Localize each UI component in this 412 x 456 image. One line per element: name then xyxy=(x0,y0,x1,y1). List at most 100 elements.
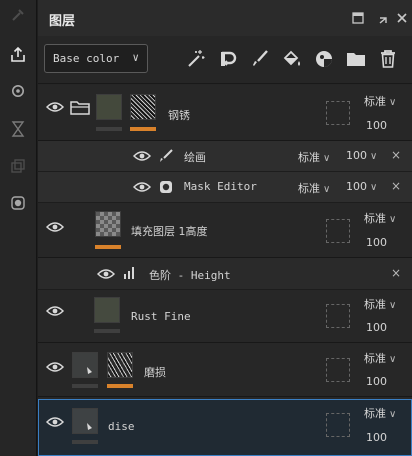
sphere-icon[interactable] xyxy=(7,192,29,214)
panel-title: 图层 xyxy=(49,14,76,29)
opacity-value[interactable]: 100 xyxy=(366,236,387,249)
layer-name: dise xyxy=(108,420,135,433)
layer-thumbnail xyxy=(95,211,121,237)
opacity-select[interactable]: 100 ∨ xyxy=(346,180,377,193)
mask-generator-icon xyxy=(159,180,177,193)
blend-mode-select[interactable]: 标准 ∨ xyxy=(364,296,396,312)
remove-effect-icon[interactable]: × xyxy=(391,148,401,162)
chevron-down-icon: ∨ xyxy=(132,51,139,64)
visibility-eye-icon[interactable] xyxy=(45,101,65,113)
blend-mode-select[interactable]: 标准 ∨ xyxy=(298,149,330,165)
eyedropper-icon[interactable] xyxy=(7,4,29,26)
paint-brush-icon xyxy=(159,149,177,162)
layer-row[interactable]: 填充图层 1高度 标准 ∨ 100 xyxy=(38,203,412,258)
blend-mode-value: 标准 xyxy=(298,151,320,164)
effect-row[interactable]: 绘画 标准 ∨ 100 ∨ × xyxy=(38,141,412,172)
blend-mode-select[interactable]: 标准 ∨ xyxy=(364,405,396,421)
layers-panel: 图层 Base color ∨ 钢锈 标准 ∨ 100 绘画 标准 ∨ 100 … xyxy=(38,0,412,456)
fill-bucket-icon[interactable] xyxy=(280,47,304,71)
settings-gear-icon[interactable] xyxy=(7,80,29,102)
levels-bars-icon xyxy=(123,266,141,279)
paint-brush-icon[interactable] xyxy=(248,47,272,71)
opacity-value[interactable]: 100 xyxy=(366,321,387,334)
layer-name: Rust Fine xyxy=(131,310,191,323)
effect-row[interactable]: Mask Editor 标准 ∨ 100 ∨ × xyxy=(38,172,412,203)
opacity-value[interactable]: 100 xyxy=(366,119,387,132)
chevron-down-icon: ∨ xyxy=(389,97,397,108)
channel-select-value: Base color xyxy=(53,52,120,65)
mask-slot[interactable] xyxy=(326,358,350,382)
chevron-down-icon: ∨ xyxy=(389,214,397,225)
left-toolbar xyxy=(0,0,37,456)
minimize-panel-icon[interactable] xyxy=(375,10,391,26)
add-effect-wand-icon[interactable] xyxy=(184,47,208,71)
layer-name: 钢锈 xyxy=(168,109,190,122)
visibility-eye-icon[interactable] xyxy=(45,361,65,373)
layers-toolbar: Base color ∨ xyxy=(38,36,412,84)
layer-thumbnail xyxy=(96,94,122,120)
undo-refresh-icon[interactable] xyxy=(216,47,240,71)
layer-name: 磨损 xyxy=(144,366,166,379)
remove-effect-icon[interactable]: × xyxy=(391,179,401,193)
visibility-eye-icon[interactable] xyxy=(45,305,65,317)
mask-icon[interactable] xyxy=(312,47,336,71)
close-panel-icon[interactable] xyxy=(394,10,410,26)
chevron-down-icon: ∨ xyxy=(370,182,378,193)
layer-color-bar xyxy=(72,440,98,444)
blend-mode-value: 标准 xyxy=(364,95,386,108)
opacity-value[interactable]: 100 xyxy=(366,375,387,388)
remove-effect-icon[interactable]: × xyxy=(391,266,401,280)
visibility-eye-icon[interactable] xyxy=(132,150,152,162)
float-panel-icon[interactable] xyxy=(350,10,366,26)
effect-name: Mask Editor xyxy=(184,180,257,193)
blend-mode-select[interactable]: 标准 ∨ xyxy=(298,180,330,196)
layer-row[interactable]: Rust Fine 标准 ∨ 100 xyxy=(38,290,412,343)
folder-icon xyxy=(70,101,90,115)
layer-row-selected[interactable]: dise 标准 ∨ 100 xyxy=(38,399,412,456)
chevron-down-icon: ∨ xyxy=(323,153,331,164)
blend-mode-select[interactable]: 标准 ∨ xyxy=(364,210,396,226)
layer-row[interactable]: 钢锈 标准 ∨ 100 xyxy=(38,85,412,141)
channel-select[interactable]: Base color ∨ xyxy=(44,44,148,73)
mask-slot[interactable] xyxy=(326,101,350,125)
visibility-eye-icon[interactable] xyxy=(132,181,152,193)
trash-icon[interactable] xyxy=(376,47,400,71)
effect-name: 色阶 - Height xyxy=(149,269,231,282)
chevron-down-icon: ∨ xyxy=(389,409,397,420)
chevron-down-icon: ∨ xyxy=(370,151,378,162)
layer-color-bar xyxy=(94,329,120,333)
opacity-value: 100 xyxy=(346,149,367,162)
visibility-eye-icon[interactable] xyxy=(96,268,116,280)
effect-row[interactable]: 色阶 - Height × xyxy=(38,258,412,290)
blend-mode-value: 标准 xyxy=(364,298,386,311)
blend-mode-select[interactable]: 标准 ∨ xyxy=(364,93,396,109)
layer-thumbnail xyxy=(72,408,98,434)
visibility-eye-icon[interactable] xyxy=(45,221,65,233)
blend-mode-value: 标准 xyxy=(364,407,386,420)
panel-header: 图层 xyxy=(38,0,412,36)
mask-color-bar xyxy=(130,127,156,131)
effect-name: 绘画 xyxy=(184,151,206,164)
chevron-down-icon: ∨ xyxy=(389,300,397,311)
mask-color-bar xyxy=(107,384,133,388)
layers-copy-icon[interactable] xyxy=(7,155,29,177)
blend-mode-select[interactable]: 标准 ∨ xyxy=(364,350,396,366)
export-icon[interactable] xyxy=(7,44,29,66)
visibility-eye-icon[interactable] xyxy=(45,416,65,428)
opacity-value[interactable]: 100 xyxy=(366,431,387,444)
layer-thumbnail xyxy=(94,297,120,323)
blend-mode-value: 标准 xyxy=(298,182,320,195)
mask-slot[interactable] xyxy=(326,219,350,243)
chevron-down-icon: ∨ xyxy=(323,184,331,195)
opacity-select[interactable]: 100 ∨ xyxy=(346,149,377,162)
mask-thumbnail xyxy=(107,352,133,378)
mask-slot[interactable] xyxy=(326,413,350,437)
layer-row[interactable]: 磨损 标准 ∨ 100 xyxy=(38,343,412,397)
layer-name: 填充图层 1高度 xyxy=(131,225,208,238)
layer-color-bar xyxy=(72,384,98,388)
blend-mode-value: 标准 xyxy=(364,212,386,225)
folder-icon[interactable] xyxy=(344,47,368,71)
mask-slot[interactable] xyxy=(326,304,350,328)
opacity-value: 100 xyxy=(346,180,367,193)
hourglass-icon[interactable] xyxy=(7,118,29,140)
